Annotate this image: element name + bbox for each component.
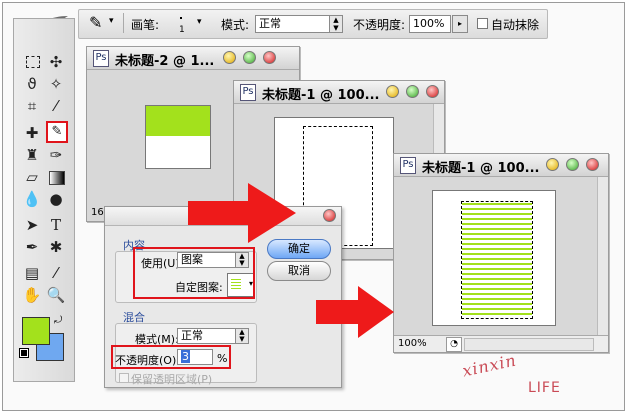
close-button[interactable] xyxy=(263,51,276,64)
type-tool-icon[interactable]: T xyxy=(46,215,66,235)
minimize-button[interactable] xyxy=(386,85,399,98)
cancel-button[interactable]: 取消 xyxy=(267,261,331,281)
brush-label: 画笔: xyxy=(131,18,160,32)
red-arrow-bottom xyxy=(316,286,394,341)
highlight-use-pattern xyxy=(133,247,255,299)
select-arrows-icon: ▲ ▼ xyxy=(329,16,342,32)
red-arrow-top xyxy=(188,183,296,246)
lasso-tool-icon[interactable]: ϑ xyxy=(22,74,42,94)
zoom-button[interactable] xyxy=(566,158,579,171)
selection-marquee xyxy=(461,201,533,319)
dodge-tool-icon[interactable]: ● xyxy=(46,189,66,209)
tool-preset-dropdown[interactable]: ▾ xyxy=(109,16,114,26)
window-title: 未标题-1 @ 100... xyxy=(262,88,380,103)
preserve-transparency-checkbox[interactable] xyxy=(119,373,129,383)
zoom-tool-icon[interactable]: 🔍 xyxy=(46,285,66,305)
vertical-scrollbar[interactable] xyxy=(597,177,608,335)
horizontal-scrollbar[interactable] xyxy=(464,338,594,351)
close-button[interactable] xyxy=(426,85,439,98)
separator xyxy=(123,13,124,33)
path-selection-tool-icon[interactable]: ➤ xyxy=(22,215,42,235)
document-icon: Ps xyxy=(93,50,109,67)
minimize-button[interactable] xyxy=(223,51,236,64)
brush-size-value: 1 xyxy=(179,25,185,35)
eraser-tool-icon[interactable]: ▱ xyxy=(22,167,42,187)
preserve-transparency-label: 保留透明区域(P) xyxy=(131,373,213,386)
window-titlebar[interactable]: Ps 未标题-1 @ 100... xyxy=(394,154,608,177)
document-canvas[interactable] xyxy=(432,190,556,326)
life-watermark: LIFE xyxy=(528,380,561,396)
green-stripe-pattern xyxy=(462,202,532,318)
document-canvas[interactable] xyxy=(145,105,211,169)
blur-tool-icon[interactable]: 💧 xyxy=(22,189,42,209)
auto-erase-label: 自动抹除 xyxy=(491,18,540,32)
hand-tool-icon[interactable]: ✋ xyxy=(22,285,42,305)
crop-tool-icon[interactable]: ⌗ xyxy=(22,96,42,116)
slice-tool-icon[interactable]: ⁄ xyxy=(46,96,66,116)
window-title: 未标题-1 @ 100... xyxy=(422,161,540,176)
brush-size-picker[interactable]: 1 ▾ xyxy=(173,13,209,35)
history-brush-tool-icon[interactable]: ✑ xyxy=(46,145,66,165)
green-fill-area xyxy=(146,106,210,136)
chevron-down-icon: ▾ xyxy=(197,17,202,27)
document-icon: Ps xyxy=(400,157,416,174)
highlight-opacity xyxy=(111,345,231,369)
window-titlebar[interactable]: Ps 未标题-1 @ 100... xyxy=(234,81,444,104)
magic-wand-tool-icon[interactable]: ✧ xyxy=(46,74,66,94)
mode-label: 模式: xyxy=(221,18,250,32)
auto-erase-checkbox[interactable] xyxy=(477,18,488,29)
zoom-button[interactable] xyxy=(243,51,256,64)
toolbox-panel: ✣ ϑ ✧ ⌗ ⁄ ✚ ✎ ♜ ✑ ▱ 💧 ● ➤ T ✒ ✱ ▤ ⁄ ✋ 🔍 … xyxy=(13,18,75,382)
window-titlebar[interactable]: Ps 未标题-2 @ 1... xyxy=(87,47,299,70)
status-bar: 100% ◔ xyxy=(394,335,608,352)
swap-colors-icon[interactable]: ⤾ xyxy=(54,315,62,326)
notes-tool-icon[interactable]: ▤ xyxy=(22,263,42,283)
opacity-label: 不透明度: xyxy=(353,18,406,32)
opacity-slider-button[interactable]: ▸ xyxy=(452,15,468,33)
window-title: 未标题-2 @ 1... xyxy=(115,54,215,69)
options-bar: ✎ ▾ 画笔: 1 ▾ 模式: 正常 ▲ ▼ 不透明度: 100% ▸ 自动抹除 xyxy=(78,9,548,39)
close-button[interactable] xyxy=(586,158,599,171)
default-colors-icon[interactable] xyxy=(19,348,29,358)
pencil-tool-icon[interactable]: ✎ xyxy=(46,121,68,143)
healing-brush-tool-icon[interactable]: ✚ xyxy=(22,123,42,143)
pencil-tool-icon[interactable]: ✎ xyxy=(89,13,102,32)
zoom-level: 100% xyxy=(398,338,427,349)
mode-select-value: 正常 xyxy=(259,17,281,30)
document-window-front[interactable]: Ps 未标题-1 @ 100... 100% ◔ xyxy=(393,153,609,353)
document-icon: Ps xyxy=(240,84,256,101)
opacity-input[interactable]: 100% xyxy=(409,15,451,33)
eyedropper-tool-icon[interactable]: ⁄ xyxy=(46,263,66,283)
minimize-button[interactable] xyxy=(546,158,559,171)
brush-dot-icon xyxy=(180,17,182,19)
opacity-value: 100% xyxy=(413,17,445,30)
foreground-color-swatch[interactable] xyxy=(22,317,50,345)
zoom-button[interactable] xyxy=(406,85,419,98)
move-tool-icon[interactable]: ✣ xyxy=(46,52,66,72)
blend-mode-value: 正常 xyxy=(181,329,203,342)
clone-stamp-tool-icon[interactable]: ♜ xyxy=(22,145,42,165)
mode-select[interactable]: 正常 ▲ ▼ xyxy=(255,15,343,33)
gradient-tool-icon[interactable] xyxy=(46,167,66,187)
blend-mode-select[interactable]: 正常 ▲ ▼ xyxy=(177,328,249,344)
pen-tool-icon[interactable]: ✒ xyxy=(22,237,42,257)
marquee-tool-icon[interactable] xyxy=(22,52,42,72)
status-info-icon[interactable]: ◔ xyxy=(446,337,462,352)
close-button[interactable] xyxy=(323,209,336,222)
shape-tool-icon[interactable]: ✱ xyxy=(46,237,66,257)
zoom-level-partial: 16 xyxy=(91,207,104,218)
select-arrows-icon: ▲ ▼ xyxy=(235,329,248,343)
